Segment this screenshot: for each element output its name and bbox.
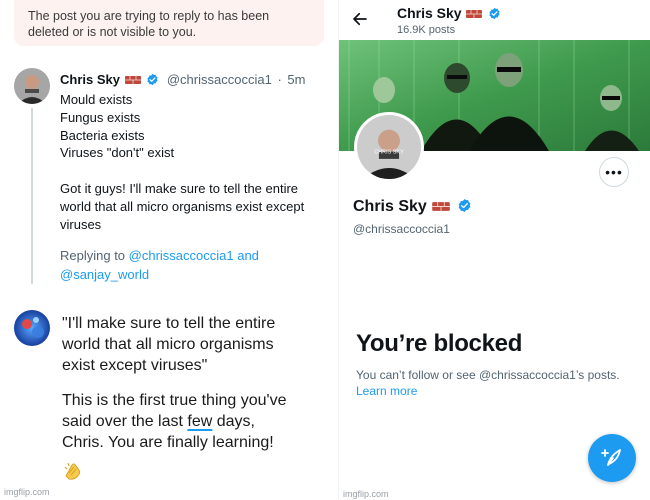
reply-line: This is the first true thing you've — [62, 392, 287, 409]
reply-line: Chris. You are finally learning! — [62, 434, 274, 451]
tweet-timestamp[interactable]: 5m — [287, 72, 305, 87]
reply-quote-line: world that all micro organisms — [62, 336, 274, 353]
tweet-line: Fungus exists — [60, 109, 141, 125]
verified-badge-icon — [147, 73, 158, 86]
brick-emoji-icon — [432, 202, 451, 211]
header-profile-name: Chris Sky — [397, 5, 501, 21]
tweet-line: Got it guys! I'll make sure to tell the … — [60, 180, 299, 196]
avatar-caption: CHRIS SKY — [374, 149, 404, 155]
tweet-line: Viruses "don't" exist — [60, 145, 175, 161]
imgflip-watermark: imgflip.com — [343, 489, 389, 499]
profile-avatar[interactable]: CHRIS SKY — [354, 112, 424, 182]
deleted-post-notice-text: The post you are trying to reply to has … — [28, 9, 270, 39]
clap-emoji-icon — [64, 462, 81, 480]
reply-quote-line: "I'll make sure to tell the entire — [62, 315, 276, 332]
profile-name-text: Chris Sky — [353, 198, 427, 215]
thread-line — [31, 108, 33, 284]
reply-text: "I'll make sure to tell the entire world… — [62, 313, 330, 453]
compose-post-button[interactable] — [588, 434, 636, 482]
tweet-line: Bacteria exists — [60, 127, 145, 143]
blocked-description: You can’t follow or see @chrissaccoccia1… — [356, 368, 620, 382]
verified-badge-icon — [458, 198, 471, 213]
post-count: 16.9K posts — [397, 24, 456, 36]
reply-quote-line: exist except viruses" — [62, 357, 208, 374]
tweet-line: viruses — [60, 216, 102, 232]
learn-more-link[interactable]: Learn more — [356, 384, 417, 398]
reply-author-avatar[interactable] — [14, 310, 50, 346]
right-panel: Chris Sky 16.9K posts CHRIS SKY ••• Chri… — [338, 0, 650, 500]
left-panel: The post you are trying to reply to has … — [0, 0, 335, 500]
tweet-author-name[interactable]: Chris Sky — [60, 72, 120, 87]
spellcheck-underlined-word: few — [187, 413, 213, 430]
deleted-post-notice: The post you are trying to reply to has … — [14, 0, 324, 46]
tweet-header: Chris Sky @chrissaccoccia1 · 5m — [60, 72, 305, 88]
more-horizontal-icon: ••• — [605, 164, 623, 180]
tweet-line: world that all micro organisms exist exc… — [60, 198, 305, 214]
reply-line-part: said over the last — [62, 413, 188, 430]
profile-handle: @chrissaccoccia1 — [353, 222, 450, 236]
replying-to-user-link[interactable]: @chrissaccoccia1 — [129, 248, 234, 263]
replying-to-user-link[interactable]: @sanjay_world — [60, 267, 149, 282]
tweet-author-avatar[interactable] — [14, 68, 50, 104]
profile-name: Chris Sky — [353, 198, 472, 216]
compose-feather-plus-icon — [601, 449, 621, 466]
tweet-author-handle[interactable]: @chrissaccoccia1 — [167, 72, 272, 87]
replying-to-label: Replying to — [60, 248, 129, 263]
imgflip-watermark: imgflip.com — [4, 487, 50, 497]
verified-badge-icon — [489, 7, 500, 20]
header-name-text: Chris Sky — [397, 5, 462, 21]
blocked-title: You’re blocked — [356, 330, 523, 357]
tweet-text: Mould exists Fungus exists Bacteria exis… — [60, 91, 330, 233]
tweet-time-separator: · — [277, 72, 282, 87]
reply-line-part: days, — [212, 413, 255, 430]
left-arrow-icon[interactable] — [351, 10, 369, 28]
more-options-button[interactable]: ••• — [599, 157, 629, 187]
brick-emoji-icon — [466, 10, 483, 18]
reply-line: said over the last few days, — [62, 411, 330, 432]
replying-to-line: Replying to @chrissaccoccia1 and @sanjay… — [60, 246, 330, 284]
replying-to-and: and — [233, 248, 259, 263]
tweet-line: Mould exists — [60, 92, 133, 107]
brick-emoji-icon — [124, 76, 141, 84]
